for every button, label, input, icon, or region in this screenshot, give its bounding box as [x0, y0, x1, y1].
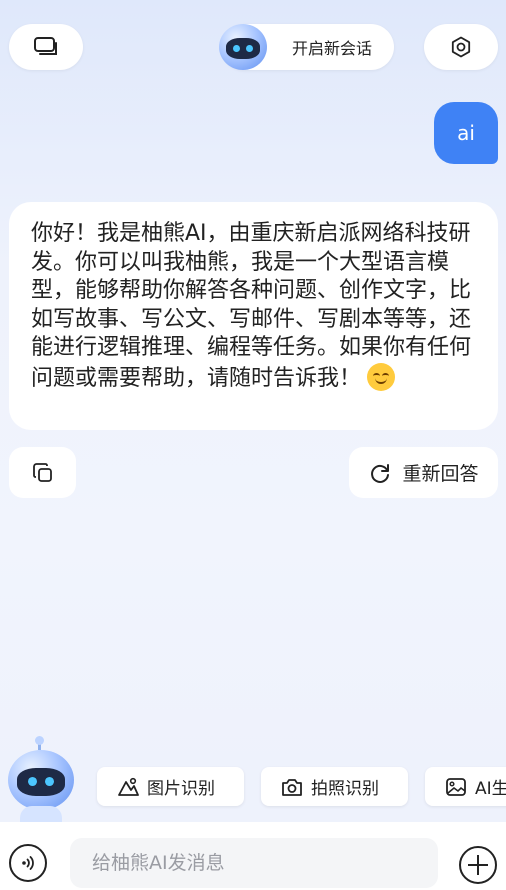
regenerate-label: 重新回答 — [402, 463, 479, 485]
settings-button[interactable] — [424, 24, 498, 70]
chat-history-icon — [32, 35, 60, 59]
copy-button[interactable] — [9, 447, 76, 498]
voice-icon — [17, 852, 39, 874]
plus-icon[interactable] — [459, 846, 497, 884]
voice-button[interactable] — [9, 844, 47, 882]
chip-label: 图片识别 — [147, 779, 215, 799]
refresh-icon — [368, 461, 392, 485]
chip-ai-generate[interactable]: AI生 — [425, 767, 506, 806]
regenerate-button[interactable]: 重新回答 — [349, 447, 498, 498]
chip-photo-recognition[interactable]: 拍照识别 — [261, 767, 408, 806]
chip-label: 拍照识别 — [311, 779, 379, 799]
message-input[interactable] — [70, 838, 438, 888]
ai-image-icon — [445, 777, 467, 797]
smiling-face-icon — [367, 362, 396, 391]
camera-icon — [281, 777, 303, 797]
new-chat-label: 开启新会话 — [291, 39, 372, 58]
user-message-bubble: ai — [434, 102, 498, 164]
copy-icon — [31, 461, 55, 485]
bot-message-text: 你好！我是柚熊AI，由重庆新启派网络科技研发。你可以叫我柚熊，我是一个大型语言模… — [31, 221, 472, 391]
chat-history-button[interactable] — [9, 24, 83, 70]
assistant-mascot — [6, 736, 76, 822]
robot-mascot-icon — [219, 24, 267, 70]
image-recognition-icon — [117, 777, 139, 797]
settings-icon — [449, 35, 473, 59]
user-message-text: ai — [457, 121, 475, 145]
chip-label: AI生 — [475, 779, 506, 799]
robot-mascot-icon — [8, 750, 74, 810]
chip-image-recognition[interactable]: 图片识别 — [97, 767, 244, 806]
bot-message-bubble: 你好！我是柚熊AI，由重庆新启派网络科技研发。你可以叫我柚熊，我是一个大型语言模… — [9, 202, 498, 430]
